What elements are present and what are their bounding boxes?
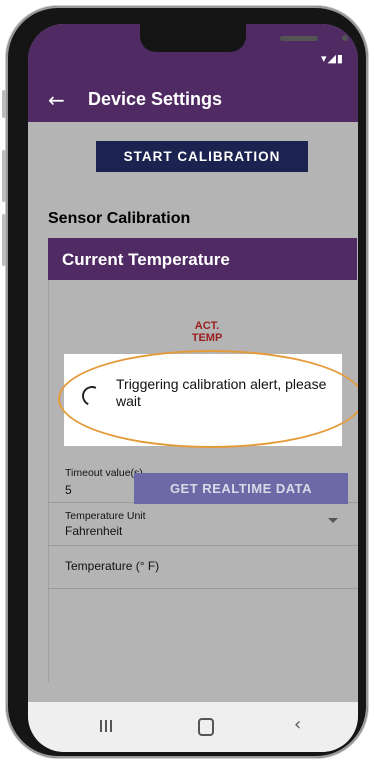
recents-icon[interactable] (100, 719, 114, 733)
volume-up-button (2, 150, 6, 202)
temperature-field[interactable]: Temperature (° F) (49, 546, 358, 589)
nav-back-icon[interactable]: ‹ (294, 714, 301, 735)
side-button (2, 90, 6, 118)
highlight-ellipse (58, 350, 358, 448)
page-title: Device Settings (88, 89, 223, 109)
status-icons: ▾◢▮ (320, 52, 344, 65)
get-realtime-data-button[interactable]: GET REALTIME DATA (134, 473, 348, 504)
volume-down-button (2, 214, 6, 266)
temperature-unit-label: Temperature Unit (65, 510, 146, 522)
notch (140, 24, 348, 52)
status-bar: ▾◢▮ (28, 24, 358, 76)
screen: ▾◢▮ ← Device Settings START CALIBRATION … (28, 24, 358, 752)
chevron-down-icon (328, 518, 338, 523)
system-nav-bar: ‹ (28, 702, 358, 752)
card-header: Current Temperature (48, 238, 357, 280)
home-icon[interactable] (198, 718, 214, 736)
app-bar: ← Device Settings (28, 76, 358, 122)
back-arrow-icon[interactable]: ← (48, 88, 65, 112)
act-temp-label: ACT. TEMP (191, 320, 223, 344)
speaker (280, 36, 318, 41)
timeout-label: Timeout value(s) (65, 467, 143, 479)
temperature-unit-value: Fahrenheit (65, 524, 123, 538)
start-calibration-button[interactable]: START CALIBRATION (96, 141, 308, 172)
temperature-label: Temperature (° F) (65, 559, 160, 573)
timeout-value: 5 (65, 483, 72, 497)
section-title: Sensor Calibration (48, 210, 191, 227)
temperature-unit-select[interactable]: Temperature Unit Fahrenheit (49, 503, 358, 546)
phone-frame: ▾◢▮ ← Device Settings START CALIBRATION … (6, 6, 368, 758)
camera (342, 35, 348, 41)
